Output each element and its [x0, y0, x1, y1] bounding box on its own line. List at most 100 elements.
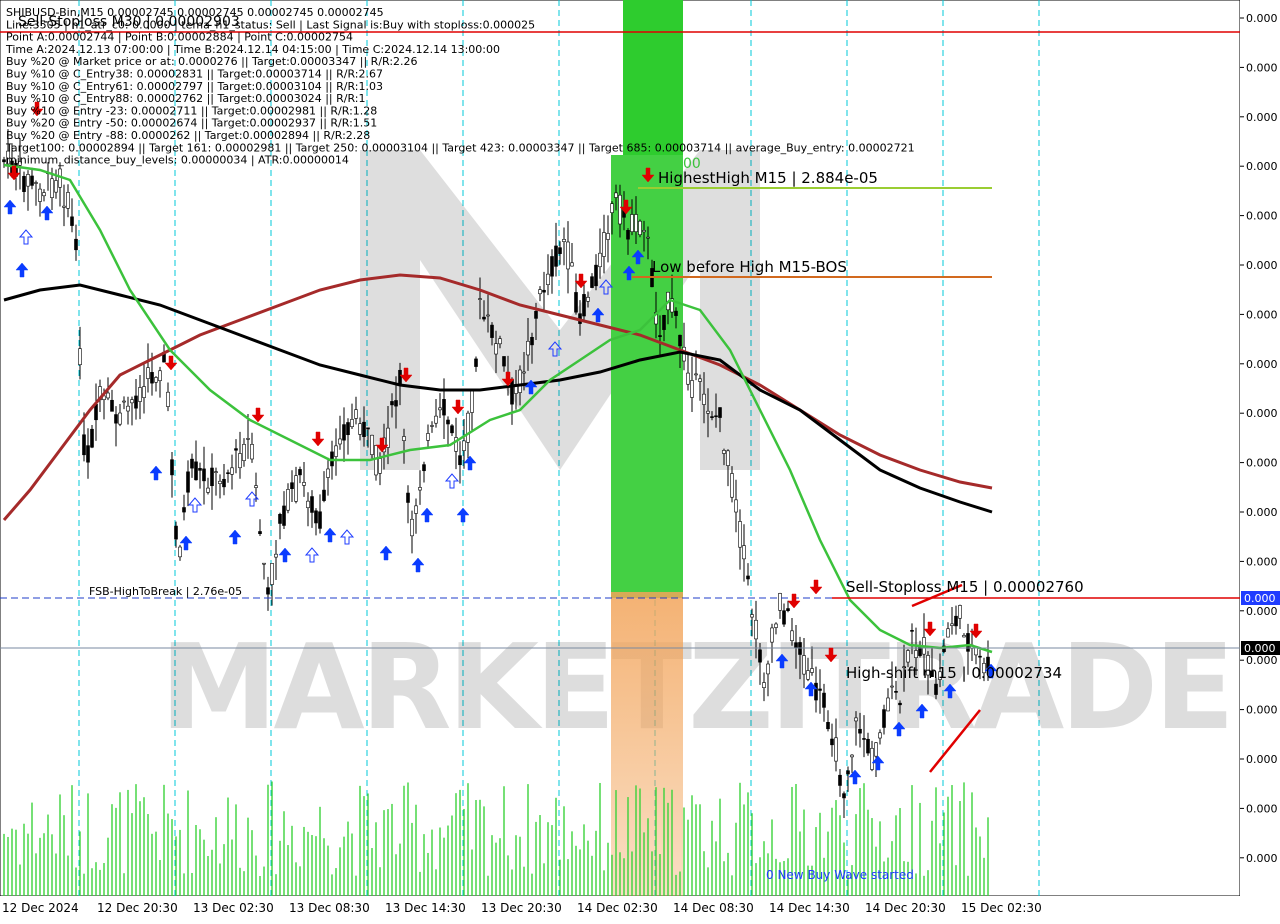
candle-body [134, 395, 138, 409]
candle-body [334, 445, 338, 457]
y-tick-label: 0.000 [1246, 308, 1278, 321]
candle-body [570, 262, 574, 267]
candle-body [354, 409, 358, 419]
candle-body [174, 525, 178, 540]
header-line: Buy %20 @ Entry -88: 0.0000262 || Target… [6, 129, 370, 142]
candle-body [326, 468, 330, 478]
candle-body [370, 434, 374, 455]
candle-body [582, 294, 586, 317]
candle-body [378, 458, 382, 474]
high-shift-label: High-shift m15 | 0.00002734 [846, 664, 1062, 682]
candle-body [962, 635, 966, 638]
candle-body [850, 754, 854, 758]
candle-body [290, 482, 294, 490]
candle-body [726, 450, 730, 466]
candle-body [958, 605, 962, 619]
candle-body [742, 545, 746, 560]
header-line: Time A:2024.12.13 07:00:00 | Time B:2024… [5, 43, 500, 56]
candle-body [402, 436, 406, 441]
candle-body [910, 630, 914, 632]
candle-body [498, 338, 502, 345]
header-line: Target100: 0.00002894 || Target 161: 0.0… [5, 141, 915, 154]
candle-body [398, 369, 402, 386]
candle-body [834, 737, 838, 762]
candle-body [118, 412, 122, 425]
candle-body [750, 614, 754, 618]
candle-body [286, 489, 290, 511]
candle-body [858, 728, 862, 734]
candle-body [794, 642, 798, 649]
header-line: Buy %20 @ Market price or at: 0.0000276 … [6, 55, 418, 68]
candle-body [462, 440, 466, 451]
candle-body [358, 423, 362, 435]
candle-body [154, 377, 158, 383]
time-labels: 12 Dec 2024 12 Dec 20:30 13 Dec 02:30 13 De… [2, 901, 1042, 915]
candle-body [566, 241, 570, 270]
candle-body [642, 230, 646, 233]
candle-body [130, 399, 134, 404]
candle-body [634, 214, 638, 233]
candle-body [182, 507, 186, 513]
candle-body [630, 214, 634, 232]
candle-body [410, 518, 414, 537]
candle-body [226, 472, 230, 474]
candle-body [734, 499, 738, 513]
candle-body [474, 358, 478, 367]
candle-body [522, 371, 526, 374]
sell-stoploss-label: Sell-Stoploss M15 | 0.00002760 [846, 578, 1084, 596]
candle-body [882, 709, 886, 728]
candle-body [614, 192, 618, 198]
candle-body [198, 468, 202, 471]
candle-body [718, 407, 722, 418]
candle-body [34, 182, 38, 184]
candle-body [830, 738, 834, 746]
y-tick-label: 0.000 [1246, 704, 1278, 717]
candle-body [802, 655, 806, 675]
candle-body [538, 289, 542, 295]
candle-body [646, 236, 650, 239]
candle-body [890, 685, 894, 688]
candle-body [486, 314, 490, 317]
y-tick-label: 0.000 [1246, 111, 1278, 124]
candle-body [738, 521, 742, 548]
candle-body [710, 416, 714, 418]
candle-body [598, 252, 602, 268]
x-tick-label: 14 Dec 14:30 [769, 901, 850, 915]
candle-body [954, 615, 958, 627]
candle-body [690, 380, 694, 398]
candle-body [626, 230, 630, 240]
candle-body [594, 264, 598, 287]
candle-body [246, 438, 250, 440]
candle-body [126, 405, 130, 412]
candle-body [866, 738, 870, 754]
candle-body [414, 505, 418, 514]
candle-body [374, 445, 378, 476]
candle-body [586, 297, 590, 302]
candle-body [250, 444, 254, 460]
candle-body [306, 500, 310, 509]
candle-body [790, 630, 794, 641]
y-tick-label: 0.000 [1246, 160, 1278, 173]
candle-body [898, 702, 902, 706]
y-tick-label: 0.000 [1246, 12, 1278, 25]
chart-area[interactable]: MARKETZITRADE 00 HighestHigh M15 | 2.884… [0, 0, 1280, 920]
candle-body [422, 464, 426, 472]
candle-body [458, 455, 462, 466]
header-line: Buy %20 @ Entry -50: 0.00002674 || Targe… [6, 117, 377, 130]
candle-body [842, 793, 846, 799]
candle-body [974, 647, 978, 656]
candle-body [298, 469, 302, 476]
candle-body [530, 337, 534, 346]
candle-body [110, 399, 114, 412]
candle-body [230, 467, 234, 475]
candle-body [238, 453, 242, 469]
y-tick-label: 0.000 [1246, 457, 1278, 470]
candle-body [114, 414, 118, 424]
candle-body [518, 369, 522, 393]
candle-body [386, 427, 390, 448]
candle-body [746, 575, 750, 580]
candle-body [854, 717, 858, 722]
candle-body [86, 445, 90, 463]
header-line: minimum_distance_buy_levels: 0.00000034 … [6, 154, 349, 167]
x-tick-label: 14 Dec 08:30 [673, 901, 754, 915]
